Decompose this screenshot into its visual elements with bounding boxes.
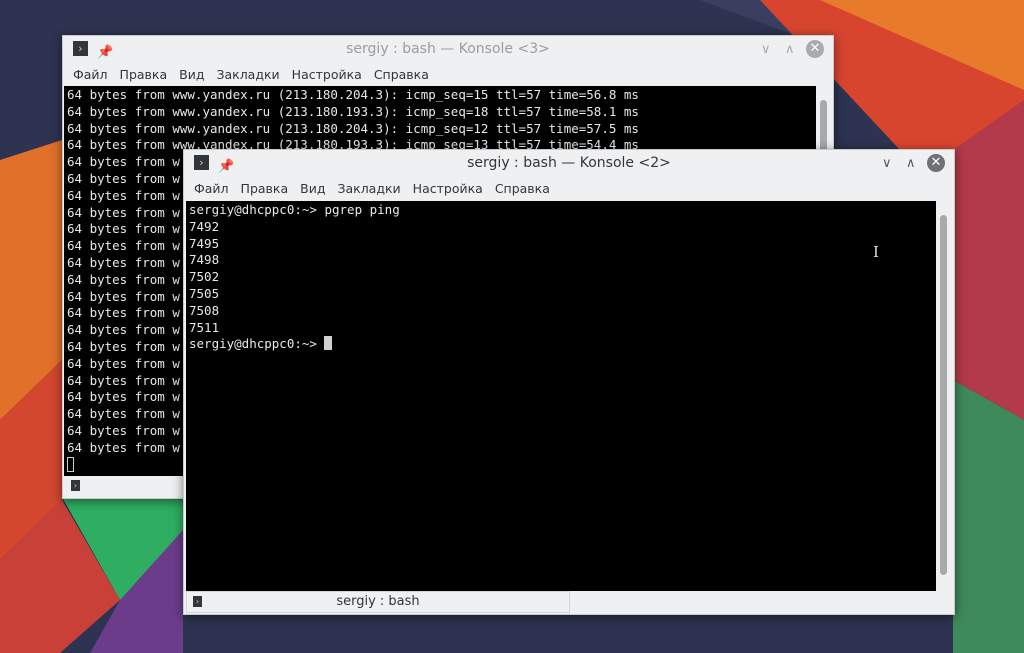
session-tab[interactable]: › sergiy : bash xyxy=(187,592,569,612)
terminal-line: 7492 xyxy=(189,218,220,234)
menu-view[interactable]: Вид xyxy=(179,67,204,82)
terminal-output[interactable]: sergiy@dhcppc0:~> pgrep ping 7492 7495 7498… xyxy=(186,201,936,591)
menu-help[interactable]: Справка xyxy=(495,181,550,196)
menu-bar: Файл Правка Вид Закладки Настройка Справка xyxy=(184,177,954,200)
terminal-line: 64 bytes from www.yandex.ru (213.180.204… xyxy=(67,87,639,102)
menu-bookmarks[interactable]: Закладки xyxy=(216,67,279,82)
terminal-line: 7511 xyxy=(189,319,220,335)
terminal-line: 7508 xyxy=(189,302,220,318)
terminal-line: 64 bytes from www.yandex.ru (213.180.204… xyxy=(67,120,639,136)
menu-view[interactable]: Вид xyxy=(300,181,325,196)
scrollbar[interactable] xyxy=(936,201,952,590)
prompt-line[interactable]: sergiy@dhcppc0:~> xyxy=(189,336,936,353)
menu-settings[interactable]: Настройка xyxy=(292,67,362,82)
terminal-line: 7502 xyxy=(189,269,220,285)
menu-help[interactable]: Справка xyxy=(374,67,429,82)
minimize-icon[interactable]: ∨ xyxy=(761,36,771,63)
terminal-icon: › xyxy=(73,41,88,56)
terminal-tab-icon[interactable]: › xyxy=(71,480,80,491)
menu-bookmarks[interactable]: Закладки xyxy=(337,181,400,196)
menu-bar: Файл Правка Вид Закладки Настройка Справка xyxy=(63,63,833,86)
minimize-icon[interactable]: ∨ xyxy=(882,150,892,177)
menu-file[interactable]: Файл xyxy=(194,181,229,196)
menu-settings[interactable]: Настройка xyxy=(413,181,483,196)
konsole-window-2[interactable]: › 📌 sergiy : bash — Konsole <2> ∨ ∧ ✕ Фа… xyxy=(183,149,955,615)
prompt: sergiy@dhcppc0:~> xyxy=(189,336,325,352)
tab-bar: › xyxy=(71,478,80,491)
pin-icon[interactable]: 📌 xyxy=(218,153,234,180)
menu-file[interactable]: Файл xyxy=(73,67,108,82)
title-bar[interactable]: › 📌 sergiy : bash — Konsole <2> ∨ ∧ ✕ xyxy=(184,150,954,177)
title-bar[interactable]: › 📌 sergiy : bash — Konsole <3> ∨ ∧ ✕ xyxy=(63,36,833,63)
terminal-line: sergiy@dhcppc0:~> pgrep ping xyxy=(189,202,400,217)
maximize-icon[interactable]: ∧ xyxy=(785,36,795,63)
terminal-line: 7495 xyxy=(189,235,220,251)
window-title: sergiy : bash — Konsole <3> xyxy=(346,41,550,57)
terminal-tab-icon: › xyxy=(193,596,202,607)
menu-edit[interactable]: Правка xyxy=(120,67,168,82)
terminal-cursor xyxy=(324,336,333,351)
terminal-line: 7498 xyxy=(189,252,220,268)
menu-edit[interactable]: Правка xyxy=(241,181,289,196)
text-cursor-icon: I xyxy=(873,243,879,261)
terminal-line: 64 bytes from www.yandex.ru (213.180.193… xyxy=(67,103,639,119)
maximize-icon[interactable]: ∧ xyxy=(906,150,916,177)
window-title: sergiy : bash — Konsole <2> xyxy=(467,155,671,171)
terminal-icon: › xyxy=(194,155,209,170)
pin-icon[interactable]: 📌 xyxy=(97,39,113,66)
close-icon[interactable]: ✕ xyxy=(806,40,824,58)
tab-label: sergiy : bash xyxy=(336,594,420,609)
terminal-line: 7505 xyxy=(189,285,220,301)
tab-bar: › sergiy : bash xyxy=(186,591,570,613)
close-icon[interactable]: ✕ xyxy=(927,154,945,172)
